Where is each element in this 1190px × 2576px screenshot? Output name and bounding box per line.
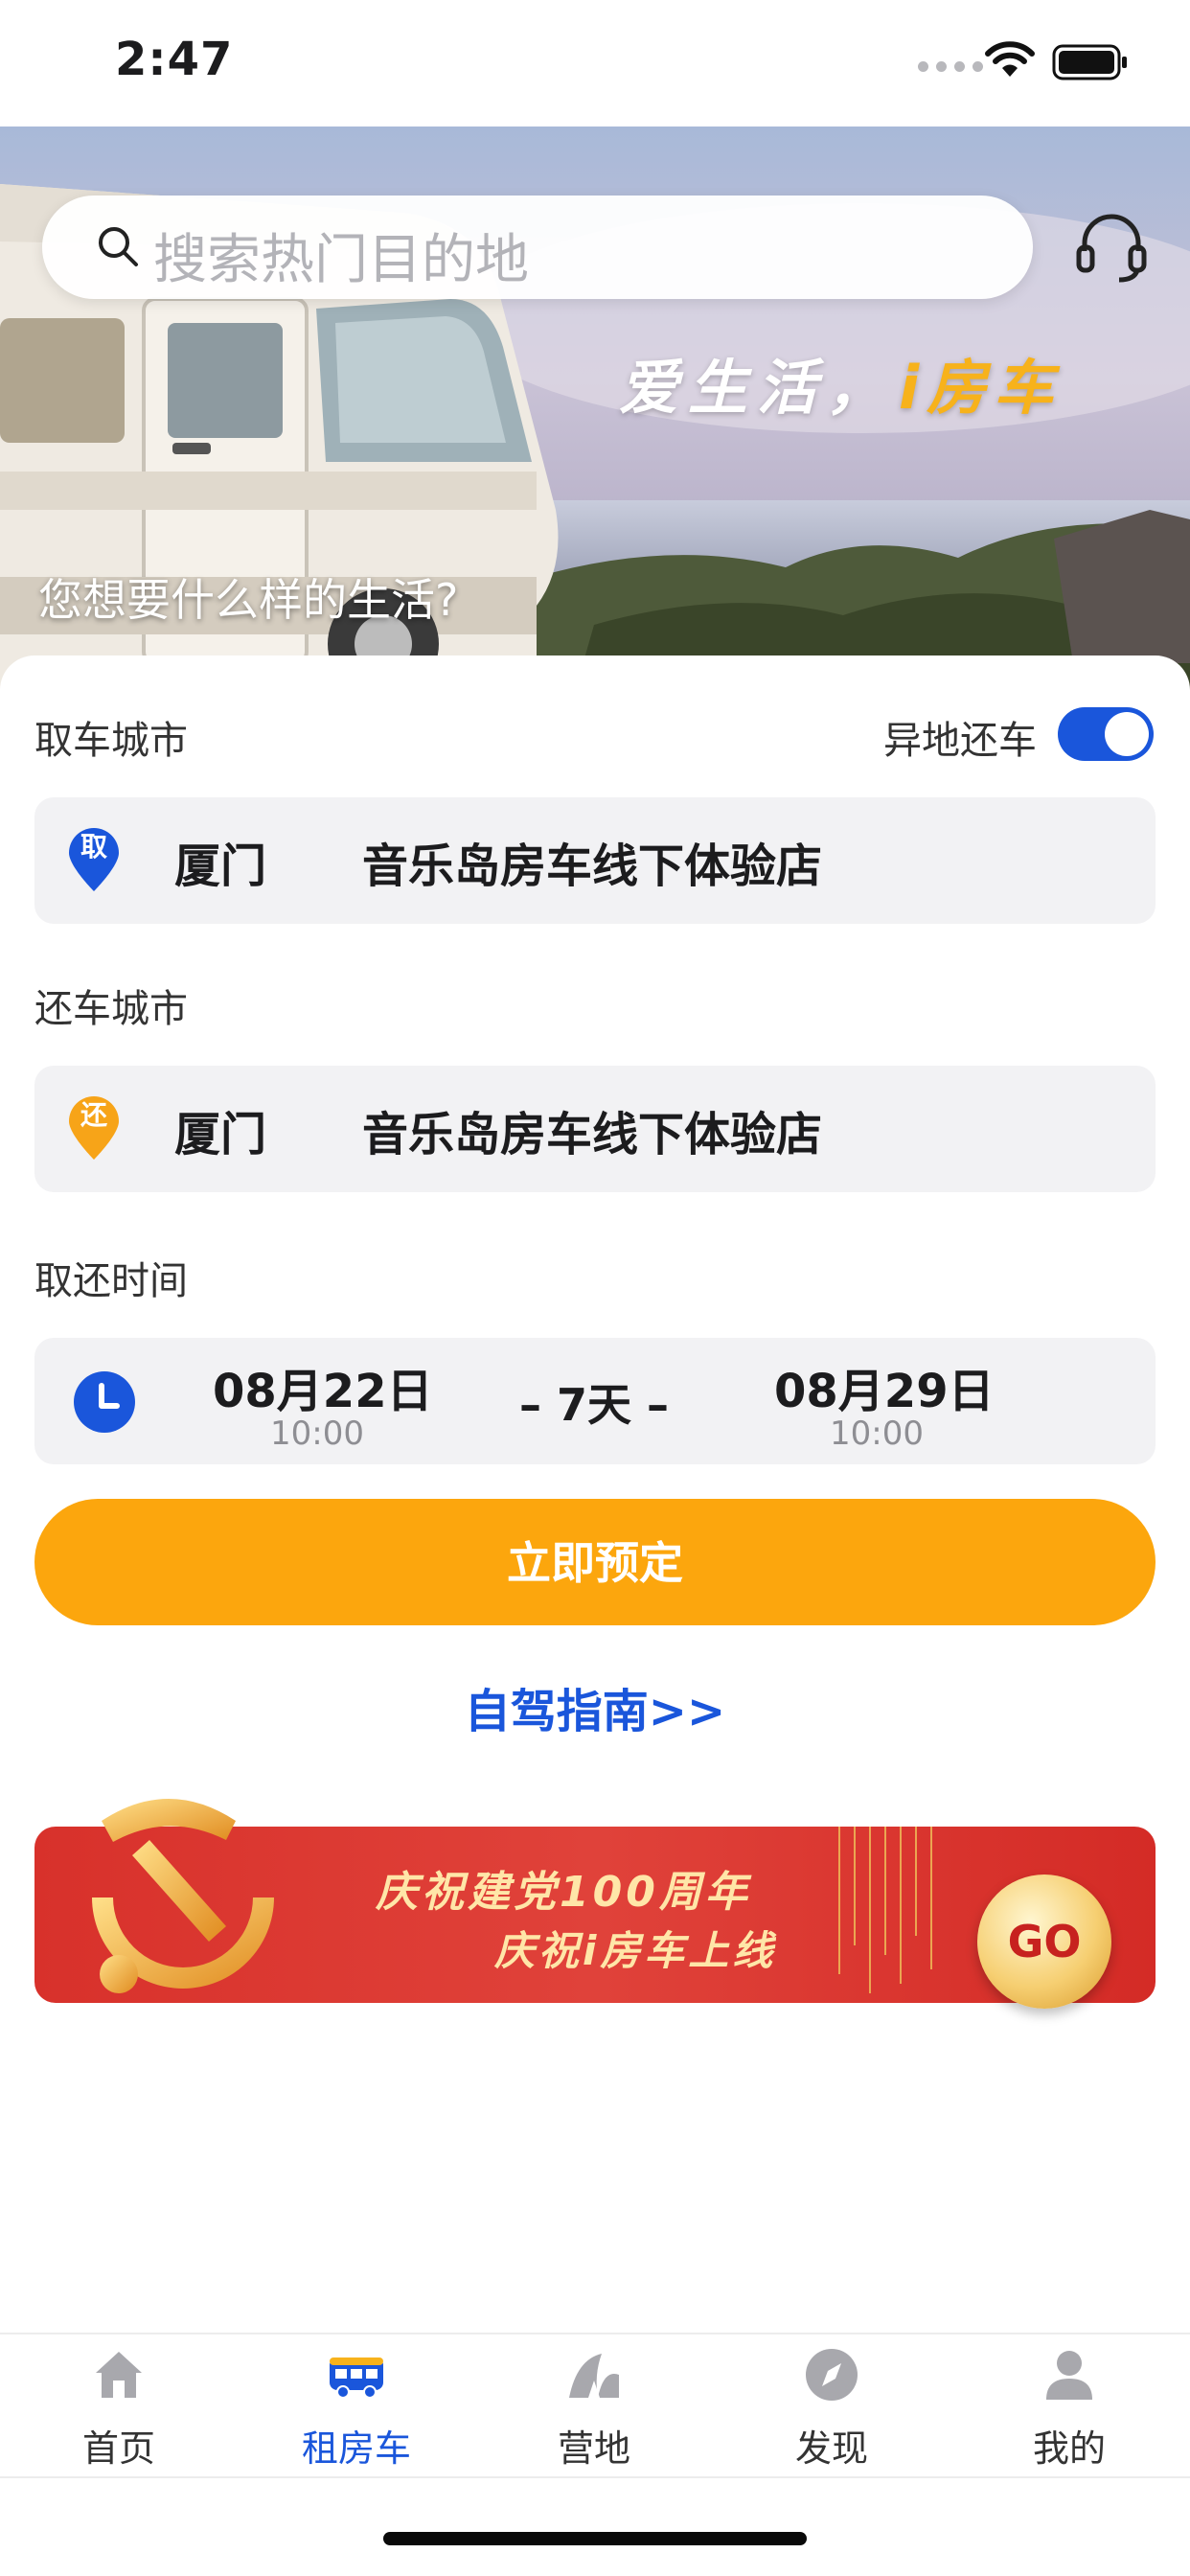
- tab-rent-rv[interactable]: 租房车: [238, 2334, 475, 2476]
- tab-home-label: 首页: [81, 2427, 155, 2470]
- pickup-city-label: 取车城市: [34, 719, 188, 763]
- camp-icon: [569, 2354, 619, 2398]
- end-date: 08月29日: [774, 1365, 995, 1418]
- time-label: 取还时间: [34, 1259, 188, 1303]
- hero-slogan: 爱生活，: [619, 353, 896, 423]
- date-range-field[interactable]: 08月22日 10:00 – 7天 – 08月29日 10:00: [34, 1338, 1156, 1464]
- hero-slogan-brand: i房车: [899, 353, 1062, 423]
- status-time: 2:47: [115, 33, 234, 86]
- signal-icon: [918, 61, 983, 72]
- return-store: 音乐岛房车线下体验店: [362, 1108, 823, 1162]
- return-city-label: 还车城市: [34, 987, 188, 1031]
- promo-line-1: 庆祝建党100周年: [376, 1868, 751, 1917]
- different-return-toggle[interactable]: [1058, 707, 1154, 761]
- compass-icon: [806, 2349, 858, 2401]
- return-badge: 还: [80, 1099, 107, 1131]
- pickup-city: 厦门: [174, 840, 267, 893]
- return-location-field[interactable]: 还 厦门 音乐岛房车线下体验店: [34, 1066, 1156, 1192]
- clock-icon: [74, 1371, 135, 1433]
- hero-caption: 您想要什么样的生活?: [38, 574, 459, 626]
- tab-home[interactable]: 首页: [0, 2334, 238, 2476]
- rv-icon: [330, 2358, 383, 2399]
- home-indicator[interactable]: [383, 2532, 807, 2545]
- search-icon: [99, 227, 138, 266]
- book-now-button[interactable]: 立即预定: [34, 1499, 1156, 1625]
- tab-campsite-label: 营地: [557, 2427, 630, 2470]
- start-time: 10:00: [270, 1414, 364, 1453]
- headset-icon[interactable]: [1075, 209, 1148, 286]
- rental-duration: – 7天 –: [519, 1379, 670, 1431]
- tab-campsite[interactable]: 营地: [475, 2334, 713, 2476]
- search-bar[interactable]: 搜索热门目的地: [42, 196, 1033, 299]
- promo-go-button[interactable]: GO: [977, 1874, 1111, 2009]
- status-bar: 2:47: [0, 0, 1190, 126]
- hero-banner: 搜索热门目的地 爱生活， i房车 您想要什么样的生活?: [0, 126, 1190, 692]
- tab-discover-label: 发现: [794, 2427, 868, 2470]
- home-icon: [96, 2352, 142, 2398]
- return-city: 厦门: [174, 1108, 267, 1162]
- tab-profile[interactable]: 我的: [950, 2334, 1188, 2476]
- wifi-icon: [985, 41, 1035, 77]
- pickup-location-field[interactable]: 取 厦门 音乐岛房车线下体验店: [34, 797, 1156, 924]
- tab-discover[interactable]: 发现: [713, 2334, 950, 2476]
- booking-card: 取车城市 异地还车 取 厦门 音乐岛房车线下体验店 还车城市 还 厦门 音乐岛房…: [0, 656, 1190, 2333]
- search-input[interactable]: 搜索热门目的地: [153, 217, 529, 294]
- end-time: 10:00: [830, 1414, 924, 1453]
- tab-rent-rv-label: 租房车: [301, 2427, 411, 2470]
- tab-profile-label: 我的: [1032, 2427, 1106, 2470]
- tab-bar: 首页 租房车 营地 发现 我的: [0, 2333, 1190, 2478]
- self-drive-guide-link[interactable]: 自驾指南>>: [0, 1673, 1190, 1740]
- promo-line-2: 庆祝i房车上线: [494, 1927, 777, 1974]
- toggle-knob: [1105, 712, 1149, 756]
- battery-icon: [1052, 44, 1127, 80]
- user-icon: [1046, 2351, 1092, 2400]
- pickup-badge: 取: [80, 831, 107, 862]
- promo-banner[interactable]: 庆祝建党100周年 庆祝i房车上线 GO: [34, 1782, 1156, 2009]
- pickup-store: 音乐岛房车线下体验店: [362, 840, 823, 893]
- start-date: 08月22日: [213, 1365, 433, 1418]
- different-return-label: 异地还车: [883, 719, 1037, 763]
